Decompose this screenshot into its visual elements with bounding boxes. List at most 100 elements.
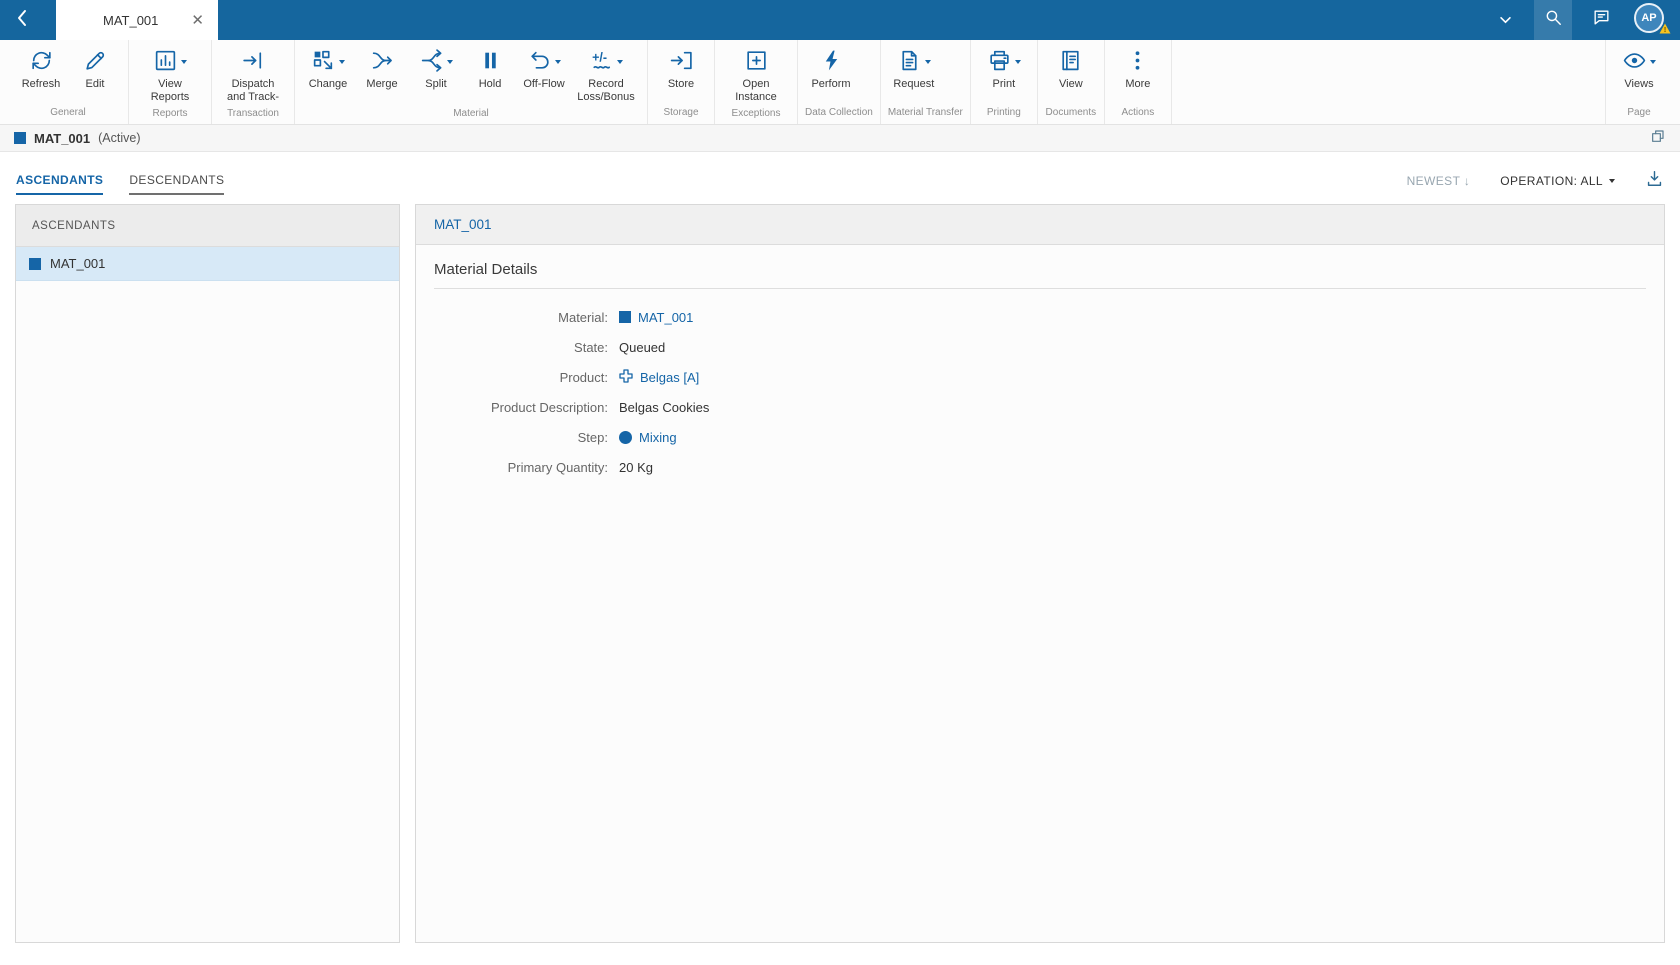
open-instance-button[interactable]: Open Instance (722, 47, 790, 104)
button-label: View (1059, 78, 1083, 90)
button-label: Dispatch and Track- (227, 78, 279, 104)
sort-newest-control[interactable]: NEWEST ↓ (1407, 174, 1471, 188)
chevron-down-icon (181, 59, 187, 64)
field-material: Material: MAT_001 (434, 302, 1646, 332)
print-button[interactable]: Print (978, 47, 1030, 91)
content-area: ASCENDANTS MAT_001 MAT_001 Material Deta… (0, 199, 1680, 943)
tab-ascendants[interactable]: ASCENDANTS (16, 173, 104, 195)
button-label: Views (1624, 78, 1654, 90)
section-title-material-details: Material Details (434, 261, 1646, 289)
material-link[interactable]: MAT_001 (638, 310, 693, 325)
sort-down-arrow-icon: ↓ (1463, 173, 1471, 188)
operation-filter-dropdown[interactable]: OPERATION: ALL (1500, 174, 1615, 188)
button-label: Hold (478, 78, 502, 90)
print-icon (987, 48, 1012, 73)
material-detail-panel: MAT_001 Material Details Material: MAT_0… (415, 204, 1665, 943)
store-button[interactable]: Store (655, 47, 707, 91)
perform-button[interactable]: Perform (805, 47, 857, 91)
view-reports-button[interactable]: View Reports (136, 47, 204, 104)
split-icon (419, 48, 444, 73)
toolbar-group-material: Change Merge Split Hold Off-Flow +/- Rec… (295, 40, 648, 124)
button-label: Print (992, 78, 1016, 90)
dispatch-and-track-button[interactable]: Dispatch and Track- (219, 47, 287, 104)
svg-text:!: ! (1664, 27, 1666, 34)
button-label: View Reports (150, 78, 190, 104)
record-loss-bonus-button[interactable]: +/- Record Loss/Bonus (572, 47, 640, 104)
report-chart-icon (153, 48, 178, 73)
back-button[interactable] (0, 0, 44, 40)
button-label: Open Instance (735, 78, 777, 104)
search-button[interactable] (1534, 0, 1572, 40)
field-primary-quantity: Primary Quantity: 20 Kg (434, 452, 1646, 482)
views-button[interactable]: Views (1613, 47, 1665, 91)
view-tabs-row: ASCENDANTS DESCENDANTS NEWEST ↓ OPERATIO… (0, 152, 1680, 199)
hold-button[interactable]: Hold (464, 47, 516, 91)
views-eye-icon (1622, 48, 1647, 73)
toolbar-group-label: Actions (1121, 107, 1155, 118)
view-documents-button[interactable]: View (1045, 47, 1097, 91)
step-link[interactable]: Mixing (639, 430, 677, 445)
product-link[interactable]: Belgas [A] (640, 370, 699, 385)
loss-bonus-icon: +/- (589, 48, 614, 73)
off-flow-button[interactable]: Off-Flow (518, 47, 570, 91)
toolbar-group-label: General (50, 107, 86, 118)
view-documents-icon (1058, 48, 1083, 73)
toolbar-group-label: Reports (152, 108, 188, 120)
button-label: Split (425, 78, 447, 90)
toolbar-group-documents: View Documents (1038, 40, 1105, 124)
open-instance-icon (744, 48, 769, 73)
user-avatar[interactable]: AP ! (1634, 3, 1671, 37)
product-description-value: Belgas Cookies (619, 399, 710, 415)
toolbar-group-label: Material (453, 108, 489, 120)
split-button[interactable]: Split (410, 47, 462, 91)
chat-button[interactable] (1582, 0, 1620, 40)
svg-text:+/-: +/- (592, 51, 607, 65)
edit-button[interactable]: Edit (69, 47, 121, 91)
hold-pause-icon (478, 48, 503, 73)
button-label: Store (667, 78, 695, 90)
material-square-icon (29, 257, 41, 270)
document-tab-title: MAT_001 (103, 12, 159, 28)
button-label: Merge (366, 78, 398, 90)
download-button[interactable] (1645, 169, 1664, 193)
toolbar-group-exceptions: Open Instance Exceptions (715, 40, 798, 124)
edit-pencil-icon (83, 48, 108, 73)
refresh-button[interactable]: Refresh (15, 47, 67, 91)
document-tab[interactable]: MAT_001 ✕ (56, 0, 218, 40)
open-new-window-button[interactable] (1650, 128, 1666, 149)
chevron-down-icon (1650, 59, 1656, 64)
toolbar-group-transaction: Dispatch and Track- Transaction (212, 40, 295, 124)
state-value: Queued (619, 339, 666, 355)
perform-lightning-icon (819, 48, 844, 73)
button-label: More (1125, 78, 1151, 90)
dispatch-arrow-icon (241, 48, 266, 73)
more-ellipsis-icon (1125, 48, 1150, 73)
button-label: Perform (811, 78, 851, 90)
ribbon-toolbar: Refresh Edit General View Reports Report… (0, 40, 1680, 125)
ascendant-item[interactable]: MAT_001 (16, 247, 399, 281)
toolbar-group-label: Page (1627, 107, 1651, 118)
toolbar-group-general: Refresh Edit General (8, 40, 129, 124)
request-button[interactable]: Request (888, 47, 940, 91)
close-icon[interactable]: ✕ (187, 11, 208, 30)
field-label: Material: (558, 309, 608, 325)
merge-icon (370, 48, 395, 73)
button-label: Record Loss/Bonus (577, 78, 635, 104)
product-icon (619, 368, 633, 386)
change-button[interactable]: Change (302, 47, 354, 91)
merge-button[interactable]: Merge (356, 47, 408, 91)
open-new-window-icon (1650, 128, 1666, 149)
tab-descendants[interactable]: DESCENDANTS (129, 173, 225, 195)
more-button[interactable]: More (1112, 47, 1164, 91)
step-circle-icon (619, 430, 632, 444)
toolbar-group-data-collection: Perform Data Collection (798, 40, 881, 124)
detail-panel-header: MAT_001 (416, 205, 1664, 245)
ascendants-panel-header: ASCENDANTS (16, 205, 399, 247)
chevron-down-icon (339, 59, 345, 64)
field-label: Step: (577, 429, 608, 445)
toolbar-group-label: Data Collection (805, 107, 873, 118)
store-icon (669, 48, 694, 73)
chat-icon (1592, 8, 1611, 32)
off-flow-undo-icon (527, 48, 552, 73)
more-options-button[interactable] (1486, 0, 1524, 40)
